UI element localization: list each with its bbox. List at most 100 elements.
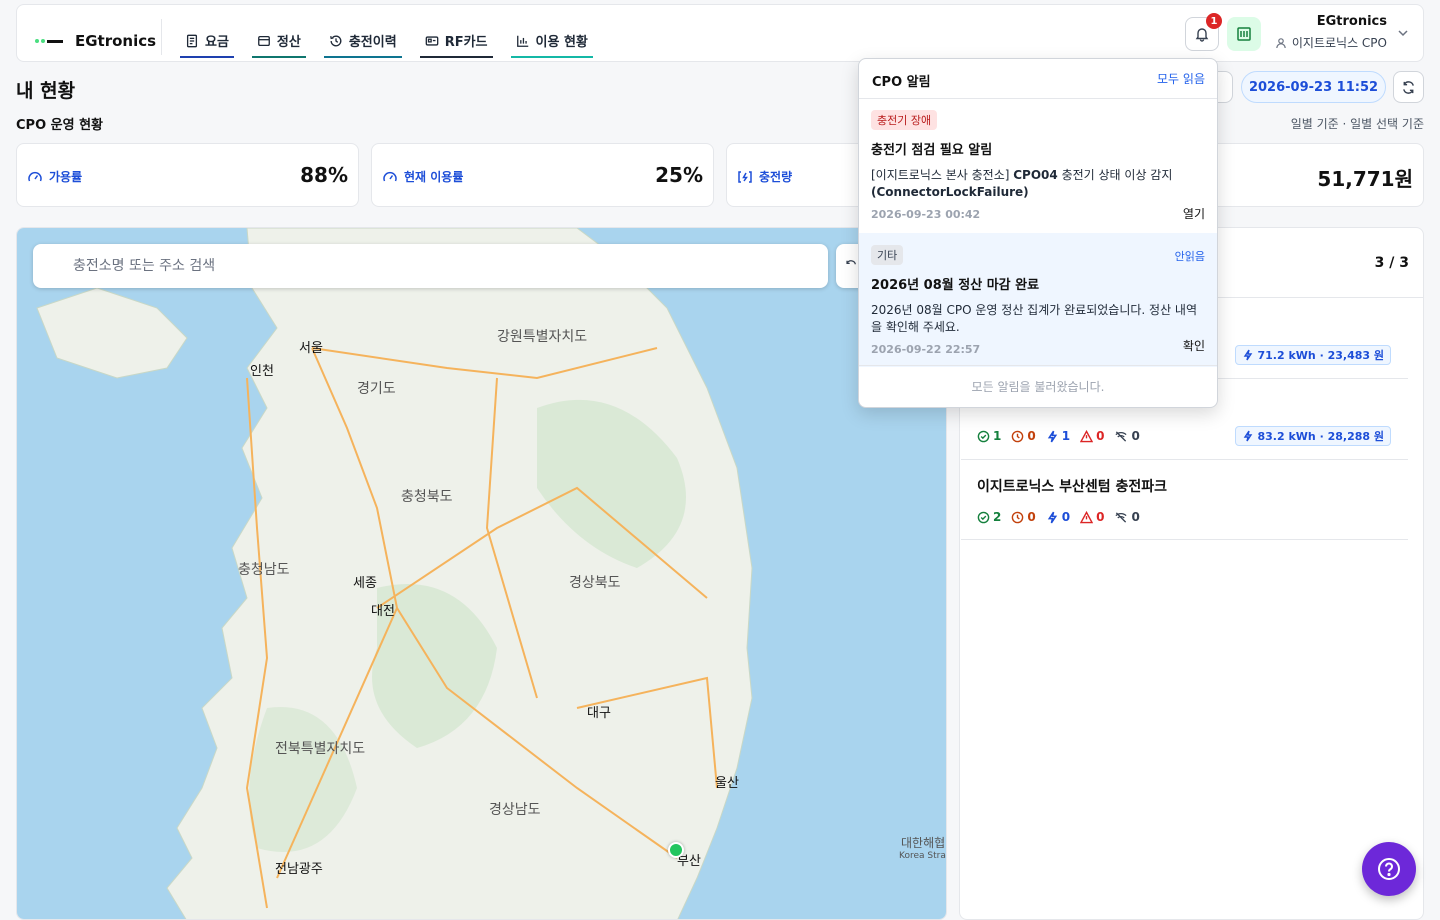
- brand-logo-icon: [35, 37, 65, 45]
- status-count: 0: [1027, 510, 1036, 524]
- nav-item-label: 요금: [205, 35, 229, 50]
- notification-item-body: [이지트로닉스 본사 충전소] CPO04 충전기 상태 이상 감지 (Conne…: [871, 167, 1205, 201]
- warning-icon: [1080, 510, 1094, 523]
- status-available: 1: [977, 429, 1001, 443]
- organization-button[interactable]: [1227, 17, 1261, 51]
- notification-tag: 충전기 장애: [871, 110, 938, 130]
- chevron-down-icon[interactable]: [1397, 27, 1409, 39]
- stat-label: 현재 이용률: [382, 168, 463, 185]
- section-title: CPO 운영 현황: [16, 118, 104, 133]
- stat-card-availability: 가용률 88%: [16, 143, 359, 207]
- notification-open-button[interactable]: 열기: [1183, 205, 1205, 222]
- wifi-off-icon: [1115, 511, 1127, 523]
- map-label-gyeongnam: 경상남도: [489, 802, 541, 818]
- notification-footer: 모든 알림을 불러왔습니다.: [859, 365, 1217, 407]
- stat-label: 충전량: [737, 168, 792, 185]
- station-energy-text: 71.2 kWh · 23,483 원: [1257, 349, 1385, 362]
- map-label-chungbuk: 충청북도: [401, 489, 453, 505]
- brand[interactable]: EGtronics: [35, 32, 156, 50]
- map-label-incheon: 인천: [250, 364, 274, 379]
- map-label-strait-en: Korea Strait: [899, 851, 947, 861]
- warning-icon: [1080, 429, 1094, 442]
- clock-icon: [1012, 430, 1024, 442]
- map-canvas[interactable]: 서울 인천 강원특별자치도 경기도 충청북도 충청남도 세종 대전 경상북도 전…: [17, 228, 947, 920]
- notification-item-title: 충전기 점검 필요 알림: [871, 143, 993, 158]
- help-button[interactable]: [1362, 842, 1416, 896]
- stat-card-utilization: 현재 이용률 25%: [371, 143, 714, 207]
- status-charging: 1: [1046, 429, 1070, 443]
- user-name: EGtronics: [1316, 14, 1387, 29]
- map-search-input[interactable]: [33, 244, 828, 288]
- status-charging: 0: [1046, 510, 1070, 524]
- notification-header: CPO 알림 모두 읽음: [859, 59, 1217, 99]
- status-offline: 0: [1114, 429, 1140, 443]
- notification-tag: 기타: [871, 245, 904, 265]
- notification-unread-label: 안읽음: [1174, 250, 1205, 263]
- nav-item-charge-history[interactable]: 충전이력: [323, 29, 402, 58]
- stat-value: 88%: [300, 163, 348, 187]
- page-title: 내 현황: [16, 80, 76, 102]
- status-fault: 0: [1080, 429, 1104, 443]
- status-count: 0: [1061, 510, 1071, 524]
- map-label-seoul: 서울: [299, 341, 323, 356]
- user-menu[interactable]: EGtronics 이지트로닉스 CPO: [1267, 14, 1387, 51]
- question-icon: [1378, 858, 1400, 880]
- wallet-icon: [258, 35, 270, 46]
- status-offline: 0: [1114, 510, 1140, 524]
- map-label-gyeongbuk: 경상북도: [569, 575, 621, 591]
- map-label-daegu: 대구: [587, 706, 611, 721]
- check-circle-icon: [977, 511, 990, 523]
- map-label-ulsan: 울산: [715, 776, 739, 791]
- main-nav: 요금 정산 충전이력 RF카드 이용 현황: [180, 29, 593, 58]
- notification-item-title: 2026년 08월 정산 마감 완료: [871, 278, 1040, 293]
- bell-icon: [1195, 28, 1209, 42]
- refresh-button[interactable]: [1393, 71, 1424, 103]
- map-search-box: [33, 244, 828, 288]
- map-label-gyeonggi: 경기도: [357, 381, 396, 397]
- user-role: 이지트로닉스 CPO: [1267, 34, 1387, 51]
- map-label-daejeon: 대전: [371, 604, 395, 619]
- notification-confirm-button[interactable]: 확인: [1183, 337, 1205, 354]
- status-count: 1: [993, 429, 1002, 443]
- stat-label-text: 가용률: [49, 170, 83, 184]
- stat-value: 51,771원: [1317, 167, 1413, 191]
- station-energy-badge: 71.2 kWh · 23,483 원: [1234, 345, 1391, 365]
- notification-item-body: 2026년 08월 CPO 운영 정산 집계가 완료되었습니다. 정산 내역을 …: [871, 303, 1198, 334]
- map-label-jeonbuk: 전북특별자치도: [275, 741, 365, 757]
- station-energy-text: 83.2 kWh · 28,288 원: [1257, 430, 1385, 443]
- station-row[interactable]: 이지트로닉스 부산센텀 충전파크 2 0 0 0 0: [961, 460, 1408, 540]
- nav-item-rf-card[interactable]: RF카드: [419, 29, 493, 58]
- stat-label-text: 현재 이용률: [404, 170, 464, 184]
- nav-item-label: 정산: [276, 35, 301, 50]
- map-label-gwangju: 전남광주: [275, 862, 323, 877]
- notification-body-strong: CPO04: [1013, 168, 1058, 182]
- status-fault: 0: [1080, 510, 1104, 524]
- card-icon: [425, 35, 439, 46]
- gauge-icon: [28, 171, 42, 181]
- refresh-icon: [846, 260, 857, 265]
- station-map-marker[interactable]: [668, 842, 684, 858]
- notification-body-code: (ConnectorLockFailure): [871, 185, 1029, 199]
- nav-item-label: 충전이력: [348, 35, 397, 50]
- nav-item-usage[interactable]: 이용 현황: [510, 29, 593, 58]
- notification-time: 2026-09-22 22:57: [871, 343, 981, 356]
- notification-item[interactable]: 기타 안읽음 2026년 08월 정산 마감 완료 2026년 08월 CPO …: [859, 233, 1217, 367]
- station-count: 3 / 3: [1374, 255, 1409, 271]
- nav-item-settlement[interactable]: 정산: [251, 29, 306, 58]
- notification-body-text: [이지트로닉스 본사 충전소]: [871, 168, 1014, 182]
- station-name: 이지트로닉스 부산센텀 충전파크: [977, 479, 1168, 495]
- status-count: 0: [1131, 429, 1140, 443]
- date-display[interactable]: 2026-09-23 11:52: [1241, 71, 1386, 103]
- station-status-chips: 1 0 1 0 0: [977, 429, 1140, 443]
- mark-all-read-button[interactable]: 모두 읽음: [1157, 70, 1205, 87]
- notification-count-badge: 1: [1206, 13, 1222, 29]
- history-icon: [329, 35, 342, 46]
- notification-item[interactable]: 충전기 장애 충전기 점검 필요 알림 [이지트로닉스 본사 충전소] CPO0…: [859, 109, 1217, 233]
- user-role-label: 이지트로닉스 CPO: [1291, 36, 1387, 50]
- nav-item-fees[interactable]: 요금: [180, 29, 234, 58]
- station-map[interactable]: 서울 인천 강원특별자치도 경기도 충청북도 충청남도 세종 대전 경상북도 전…: [16, 227, 947, 920]
- notification-title: CPO 알림: [872, 75, 931, 90]
- stat-value: 25%: [655, 163, 703, 187]
- refresh-icon: [1403, 80, 1414, 94]
- status-count: 0: [1096, 510, 1105, 524]
